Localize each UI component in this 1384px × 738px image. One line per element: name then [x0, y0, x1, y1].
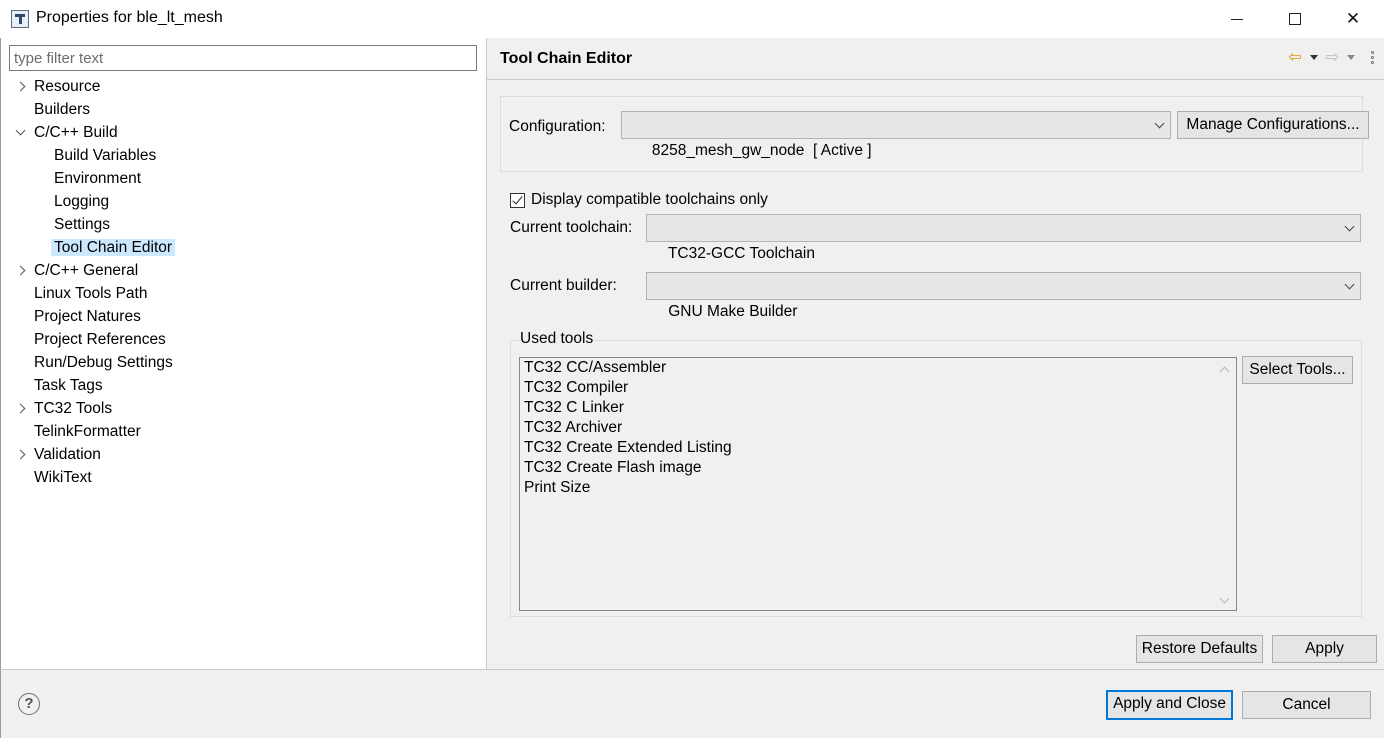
- tree-item-label: C/C++ General: [34, 262, 139, 279]
- tree-item-label: Task Tags: [34, 377, 103, 394]
- tree-item-label: Resource: [34, 78, 101, 95]
- used-tools-list[interactable]: TC32 CC/Assembler TC32 Compiler TC32 C Lin…: [519, 357, 1237, 611]
- restore-defaults-button[interactable]: Restore Defaults: [1136, 635, 1263, 663]
- page-header: Tool Chain Editor ⇦ ⇨: [487, 38, 1384, 80]
- chevron-down-icon: [1344, 221, 1355, 232]
- tree-item[interactable]: Environment: [51, 168, 144, 190]
- tree-item-label: Settings: [54, 216, 111, 233]
- tree-item[interactable]: Linux Tools Path: [31, 283, 150, 305]
- chevron-down-icon: [1154, 118, 1165, 129]
- tree-item-label: Project Natures: [34, 308, 141, 325]
- current-toolchain-select[interactable]: TC32-GCC Toolchain: [646, 214, 1361, 262]
- tree-item-label: WikiText: [34, 469, 92, 486]
- close-icon: ✕: [1345, 9, 1361, 28]
- collapsed-chevron-icon[interactable]: [16, 266, 26, 276]
- display-compatible-option[interactable]: Display compatible toolchains only: [510, 190, 768, 210]
- tree-item[interactable]: Task Tags: [31, 375, 106, 397]
- maximize-icon: [1289, 13, 1301, 25]
- tree-item-label: C/C++ Build: [34, 124, 118, 141]
- tree-item[interactable]: Resource: [31, 76, 103, 98]
- apply-button[interactable]: Apply: [1272, 635, 1377, 663]
- used-tool-item[interactable]: TC32 CC/Assembler: [520, 358, 1236, 378]
- tree-item[interactable]: Project References: [31, 329, 169, 351]
- tree-item[interactable]: Build Variables: [51, 145, 159, 167]
- used-tool-item[interactable]: TC32 Archiver: [520, 418, 1236, 438]
- manage-configurations-button[interactable]: Manage Configurations...: [1177, 111, 1369, 139]
- tree-item[interactable]: Project Natures: [31, 306, 144, 328]
- back-arrow-icon[interactable]: ⇦: [1288, 47, 1301, 67]
- configuration-select[interactable]: 8258_mesh_gw_node [ Active ]: [621, 111, 1171, 159]
- tool-chain-editor-page: Tool Chain Editor ⇦ ⇨ Configuration: 825…: [487, 38, 1384, 669]
- back-dropdown-icon[interactable]: [1309, 54, 1318, 60]
- current-toolchain-label: Current toolchain:: [510, 219, 633, 236]
- tree-item-label: Validation: [34, 446, 101, 463]
- dialog-button-bar: ? Apply and Close Cancel: [0, 669, 1384, 738]
- tree-item[interactable]: TC32 Tools: [31, 398, 115, 420]
- used-tools-label: Used tools: [519, 330, 595, 348]
- tree-item-label: Tool Chain Editor: [51, 239, 176, 256]
- tree-item-label: TelinkFormatter: [34, 423, 141, 440]
- used-tool-item[interactable]: TC32 C Linker: [520, 398, 1236, 418]
- tree-item-label: Build Variables: [54, 147, 157, 164]
- tree-item-label: Linux Tools Path: [34, 285, 148, 302]
- configuration-group: Configuration: 8258_mesh_gw_node [ Activ…: [500, 96, 1369, 172]
- tree-item-label: Project References: [34, 331, 166, 348]
- tree-item[interactable]: C/C++ Build: [31, 122, 121, 144]
- collapsed-chevron-icon[interactable]: [16, 450, 26, 460]
- tree-item[interactable]: TelinkFormatter: [31, 421, 144, 443]
- minimize-button[interactable]: [1208, 0, 1266, 38]
- display-compatible-checkbox[interactable]: [510, 192, 525, 208]
- select-tools-button[interactable]: Select Tools...: [1242, 356, 1353, 384]
- chevron-down-icon: [1344, 279, 1355, 290]
- tree-item-label: Run/Debug Settings: [34, 354, 173, 371]
- cancel-button[interactable]: Cancel: [1242, 691, 1371, 719]
- tree-item-label: Builders: [34, 101, 90, 118]
- window-title: Properties for ble_lt_mesh: [36, 9, 223, 26]
- expanded-chevron-icon[interactable]: [16, 128, 26, 138]
- tree-item-label: Logging: [54, 193, 110, 210]
- title-bar: Properties for ble_lt_mesh ✕: [0, 0, 1384, 38]
- current-builder-label: Current builder:: [510, 277, 617, 294]
- used-tool-item[interactable]: TC32 Create Extended Listing: [520, 438, 1236, 458]
- apply-and-close-button[interactable]: Apply and Close: [1106, 690, 1233, 720]
- tree-item[interactable]: Settings: [51, 214, 113, 236]
- tree-item[interactable]: Run/Debug Settings: [31, 352, 176, 374]
- display-compatible-label: Display compatible toolchains only: [531, 191, 768, 208]
- page-title: Tool Chain Editor: [500, 50, 633, 67]
- help-icon[interactable]: ?: [18, 693, 40, 715]
- forward-arrow-icon[interactable]: ⇨: [1326, 47, 1339, 67]
- scroll-down-icon[interactable]: [1219, 593, 1230, 604]
- current-builder-select[interactable]: GNU Make Builder: [646, 272, 1361, 320]
- tree-item[interactable]: Builders: [31, 99, 93, 121]
- view-menu-icon[interactable]: [1371, 50, 1374, 64]
- filter-input[interactable]: [9, 45, 477, 71]
- close-button[interactable]: ✕: [1324, 0, 1382, 38]
- tree-item[interactable]: Tool Chain Editor: [51, 237, 176, 259]
- current-toolchain-value: TC32-GCC Toolchain: [667, 245, 815, 262]
- current-builder-value: GNU Make Builder: [668, 303, 798, 320]
- collapsed-chevron-icon[interactable]: [16, 404, 26, 414]
- tree-item-label: Environment: [54, 170, 142, 187]
- tree-item-label: TC32 Tools: [34, 400, 113, 417]
- used-tool-item[interactable]: Print Size: [520, 478, 1236, 498]
- maximize-button[interactable]: [1266, 0, 1324, 38]
- app-icon: [11, 10, 29, 28]
- configuration-label: Configuration:: [509, 118, 606, 135]
- forward-dropdown-icon[interactable]: [1347, 54, 1355, 60]
- used-tools-group: Used tools TC32 CC/Assembler TC32 Compile…: [510, 330, 1362, 617]
- configuration-value: 8258_mesh_gw_node [ Active ]: [651, 142, 872, 159]
- tree-item[interactable]: Validation: [31, 444, 104, 466]
- used-tool-item[interactable]: TC32 Compiler: [520, 378, 1236, 398]
- properties-navigation-panel: Resource Builders C/C++ Build Build Variabl…: [0, 38, 487, 669]
- collapsed-chevron-icon[interactable]: [16, 82, 26, 92]
- page-navigation: ⇦ ⇨: [1288, 48, 1374, 66]
- tree-item[interactable]: C/C++ General: [31, 260, 141, 282]
- tree-item[interactable]: WikiText: [31, 467, 95, 489]
- used-tool-item[interactable]: TC32 Create Flash image: [520, 458, 1236, 478]
- minimize-icon: [1231, 18, 1243, 20]
- tree-item[interactable]: Logging: [51, 191, 112, 213]
